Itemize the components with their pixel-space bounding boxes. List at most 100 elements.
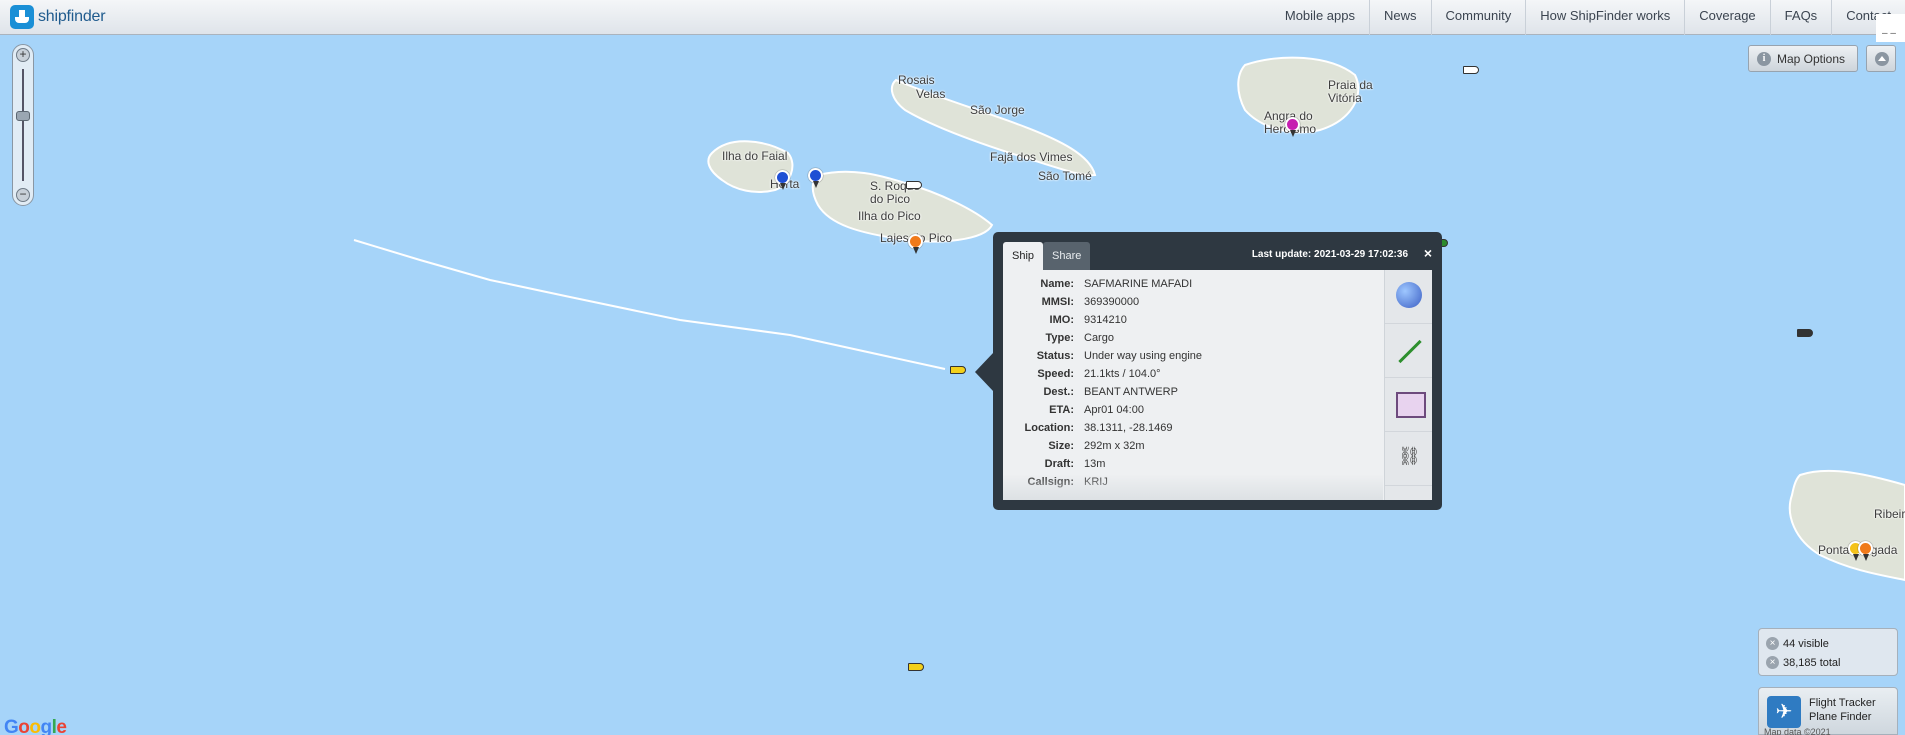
detail-key: Dest.: bbox=[1043, 386, 1074, 398]
zoom-control: + − bbox=[12, 44, 34, 206]
popup-pointer bbox=[975, 352, 994, 392]
nav-mobile-apps[interactable]: Mobile apps bbox=[1271, 0, 1369, 35]
label-velas: Velas bbox=[916, 87, 946, 101]
nav-coverage[interactable]: Coverage bbox=[1684, 0, 1769, 35]
photo-icon[interactable] bbox=[1385, 378, 1432, 432]
vessel-track-line bbox=[353, 239, 946, 370]
google-logo: Google bbox=[4, 717, 67, 735]
flight-tracker-line2: Plane Finder bbox=[1809, 711, 1872, 723]
link-icon[interactable] bbox=[1385, 432, 1432, 486]
ship-marker-selected[interactable] bbox=[950, 366, 966, 374]
tab-ship[interactable]: Ship bbox=[1003, 242, 1044, 270]
close-circle-icon[interactable]: × bbox=[1766, 656, 1779, 669]
detail-key: Location: bbox=[1024, 422, 1075, 434]
ship-details-list: Name: SAFMARINE MAFADI MMSI: 369390000 IMO: 9… bbox=[1003, 275, 1383, 491]
ship-marker-terceira[interactable] bbox=[1463, 66, 1479, 74]
detail-row: Size: 292m x 32m bbox=[1003, 437, 1383, 455]
map-options-button[interactable]: i Map Options bbox=[1748, 45, 1858, 72]
port-marker-lajes[interactable] bbox=[908, 234, 923, 254]
detail-value: 292m x 32m bbox=[1084, 440, 1145, 452]
detail-row: Dest.: BEANT ANTWERP bbox=[1003, 383, 1383, 401]
detail-key: Status: bbox=[1036, 350, 1074, 362]
port-marker-pico-north[interactable] bbox=[808, 168, 823, 188]
flight-tracker-line1: Flight Tracker bbox=[1809, 697, 1876, 709]
detail-row: Location: 38.1311, -28.1469 bbox=[1003, 419, 1383, 437]
detail-key: MMSI: bbox=[1041, 296, 1074, 308]
detail-value: SAFMARINE MAFADI bbox=[1084, 278, 1193, 290]
tab-share[interactable]: Share bbox=[1043, 242, 1091, 270]
details-fade bbox=[1003, 474, 1383, 500]
port-marker-angra[interactable] bbox=[1285, 117, 1300, 137]
nav-community[interactable]: Community bbox=[1430, 0, 1526, 35]
total-count: 38,185 total bbox=[1783, 656, 1841, 669]
detail-key: Type: bbox=[1045, 332, 1074, 344]
detail-value: 369390000 bbox=[1084, 296, 1140, 308]
label-sao-jorge: São Jorge bbox=[970, 103, 1025, 117]
label-sao-tome: São Tomé bbox=[1038, 169, 1092, 183]
detail-key: Size: bbox=[1048, 440, 1074, 452]
detail-value: 38.1311, -28.1469 bbox=[1084, 422, 1173, 434]
collapse-panel-button[interactable] bbox=[1866, 45, 1896, 72]
ship-marker-south[interactable] bbox=[908, 663, 924, 671]
detail-key: ETA: bbox=[1049, 404, 1074, 416]
chevron-up-icon bbox=[1875, 52, 1889, 66]
track-icon[interactable] bbox=[1385, 324, 1432, 378]
detail-row: ETA: Apr01 04:00 bbox=[1003, 401, 1383, 419]
close-circle-icon[interactable]: × bbox=[1766, 637, 1779, 650]
nav-faqs[interactable]: FAQs bbox=[1769, 0, 1832, 35]
zoom-slider-handle[interactable] bbox=[16, 111, 30, 121]
label-faja-dos-vimes: Fajã dos Vimes bbox=[990, 150, 1073, 164]
detail-row: Name: SAFMARINE MAFADI bbox=[1003, 275, 1383, 293]
close-popup-button[interactable]: × bbox=[1424, 245, 1432, 261]
vessel-counts-panel: × 44 visible × 38,185 total bbox=[1758, 628, 1898, 676]
last-update-text: Last update: 2021-03-29 17:02:36 bbox=[1251, 249, 1408, 260]
map-canvas[interactable]: Ilha do Faial Horta S. Roque do Pico Ilh… bbox=[0, 35, 1905, 735]
ship-info-popup: Ship Share Last update: 2021-03-29 17:02… bbox=[993, 232, 1442, 510]
label-ilha-do-pico: Ilha do Pico bbox=[858, 209, 921, 223]
island-sao-miguel bbox=[1788, 469, 1905, 582]
fullscreen-toggle[interactable] bbox=[1876, 14, 1905, 42]
label-ilha-do-faial: Ilha do Faial bbox=[722, 149, 788, 163]
map-land-layer bbox=[353, 56, 1905, 582]
shipfinder-logo[interactable]: shipfinder bbox=[10, 5, 106, 29]
label-praia-da-vitoria: Praia da Vitória bbox=[1328, 78, 1373, 105]
brand-name: shipfinder bbox=[38, 8, 106, 25]
detail-value: Under way using engine bbox=[1084, 350, 1203, 362]
nav-how-it-works[interactable]: How ShipFinder works bbox=[1525, 0, 1684, 35]
port-marker-ponta-delgada-2[interactable] bbox=[1858, 541, 1873, 561]
ship-marker-pico[interactable] bbox=[906, 181, 922, 189]
ship-details-panel: Name: SAFMARINE MAFADI MMSI: 369390000 IMO: 9… bbox=[1003, 270, 1432, 500]
detail-value: Cargo bbox=[1084, 332, 1114, 344]
ship-marker-east[interactable] bbox=[1797, 329, 1813, 337]
detail-row: Draft: 13m bbox=[1003, 455, 1383, 473]
detail-value: 9314210 bbox=[1084, 314, 1127, 326]
detail-row: IMO: 9314210 bbox=[1003, 311, 1383, 329]
detail-row: Status: Under way using engine bbox=[1003, 347, 1383, 365]
label-rosais: Rosais bbox=[898, 73, 935, 87]
main-nav: Mobile apps News Community How ShipFinde… bbox=[1271, 0, 1905, 35]
info-icon: i bbox=[1757, 51, 1771, 66]
port-marker-horta[interactable] bbox=[775, 170, 790, 190]
map-options-label: Map Options bbox=[1777, 51, 1846, 66]
detail-value: 21.1kts / 104.0° bbox=[1084, 368, 1161, 380]
detail-key: Draft: bbox=[1044, 458, 1074, 470]
plane-icon: ✈ bbox=[1767, 696, 1801, 728]
zoom-in-button[interactable]: + bbox=[16, 48, 30, 62]
detail-row: Speed: 21.1kts / 104.0° bbox=[1003, 365, 1383, 383]
visible-count: 44 visible bbox=[1783, 637, 1829, 650]
nav-news[interactable]: News bbox=[1368, 0, 1431, 35]
label-ribeira: Ribeira bbox=[1874, 507, 1905, 521]
detail-value: 13m bbox=[1084, 458, 1106, 470]
ship-logo-icon bbox=[10, 5, 34, 29]
detail-row: MMSI: 369390000 bbox=[1003, 293, 1383, 311]
ship-tools-column bbox=[1384, 270, 1432, 500]
detail-key: IMO: bbox=[1049, 314, 1074, 326]
top-navigation-bar: shipfinder Mobile apps News Community Ho… bbox=[0, 0, 1905, 35]
globe-icon[interactable] bbox=[1385, 270, 1432, 324]
detail-key: Name: bbox=[1040, 278, 1074, 290]
map-attribution[interactable]: Map data ©2021 bbox=[1764, 727, 1831, 735]
detail-key: Speed: bbox=[1037, 368, 1074, 380]
zoom-slider-track[interactable] bbox=[22, 69, 24, 181]
detail-row: Type: Cargo bbox=[1003, 329, 1383, 347]
zoom-out-button[interactable]: − bbox=[16, 188, 30, 202]
